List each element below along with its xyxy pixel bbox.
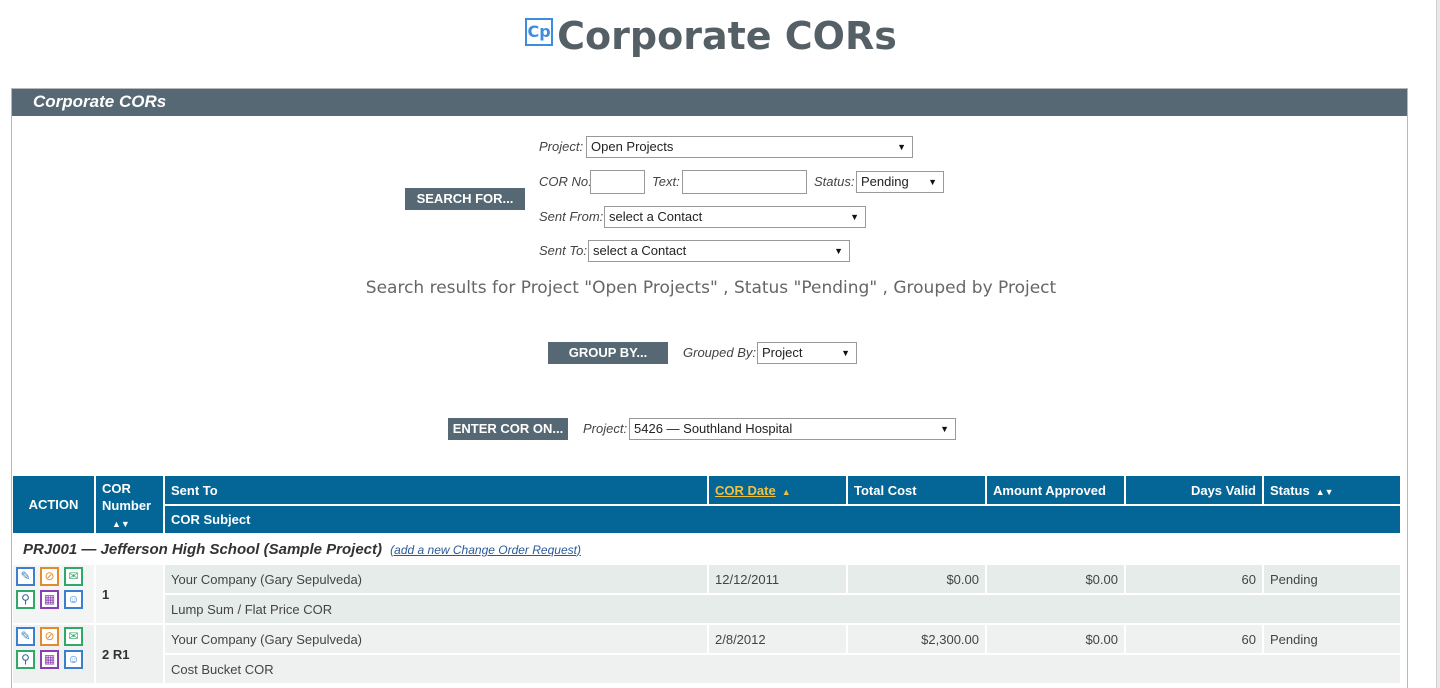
text-search-input[interactable]: [682, 170, 807, 194]
row-actions: ✎ ⊘ ✉ ⚲ ▦ ☺: [13, 624, 96, 685]
subject-cell: Cost Bucket COR: [164, 654, 1402, 685]
dropdown-arrow-icon: ▼: [841, 348, 850, 358]
sent-to-select[interactable]: select a Contact ▼: [588, 240, 850, 262]
col-cor-number-label: COR Number: [102, 481, 152, 513]
project-filter-label: Project:: [539, 139, 584, 154]
cor-no-label: COR No:: [539, 174, 592, 189]
add-cor-link[interactable]: (add a new Change Order Request): [390, 543, 581, 557]
col-cor-number[interactable]: COR Number ▲▼: [95, 476, 165, 535]
dropdown-arrow-icon: ▼: [834, 246, 843, 256]
sent-from-label: Sent From:: [539, 209, 604, 224]
col-status[interactable]: Status ▲▼: [1263, 476, 1402, 506]
sent-from-value: select a Contact: [609, 209, 703, 224]
amount-approved-cell: $0.00: [986, 624, 1126, 655]
cor-number[interactable]: 1: [95, 564, 165, 625]
attachment-icon[interactable]: ⊘: [40, 567, 59, 586]
status-value: Pending: [861, 174, 909, 189]
project-filter-select[interactable]: Open Projects ▼: [586, 136, 913, 158]
status-cell: Pending: [1263, 624, 1402, 655]
edit-pencil-icon[interactable]: ✎: [16, 567, 35, 586]
dropdown-arrow-icon: ▼: [928, 177, 937, 187]
col-total-cost: Total Cost: [847, 476, 987, 506]
sent-to-value: select a Contact: [593, 243, 687, 258]
search-icon[interactable]: ⚲: [16, 590, 35, 609]
mail-icon[interactable]: ✉: [64, 627, 83, 646]
dropdown-arrow-icon: ▼: [897, 142, 906, 152]
project-filter-value: Open Projects: [591, 139, 674, 154]
enter-project-label: Project:: [583, 421, 628, 436]
enter-project-value: 5426 — Southland Hospital: [634, 421, 793, 436]
row-actions: ✎ ⊘ ✉ ⚲ ▦ ☺: [13, 564, 96, 625]
mail-icon[interactable]: ✉: [64, 567, 83, 586]
sent-to-cell: Your Company (Gary Sepulveda): [164, 564, 709, 595]
page-scrollbar[interactable]: [1436, 0, 1440, 688]
enter-project-select[interactable]: 5426 — Southland Hospital ▼: [629, 418, 956, 440]
days-valid-cell: 60: [1125, 624, 1264, 655]
enter-cor-button[interactable]: ENTER COR ON...: [448, 418, 568, 440]
search-results-summary: Search results for Project "Open Project…: [365, 278, 1057, 298]
col-cor-date[interactable]: COR Date ▲: [708, 476, 848, 506]
dropdown-arrow-icon: ▼: [850, 212, 859, 222]
subject-cell: Lump Sum / Flat Price COR: [164, 594, 1402, 625]
total-cost-cell: $0.00: [847, 564, 987, 595]
col-days-valid: Days Valid: [1125, 476, 1264, 506]
cor-date-sort-link[interactable]: COR Date: [715, 483, 776, 498]
grouped-by-label: Grouped By:: [683, 345, 756, 360]
page-heading: Corporate CORs: [557, 14, 897, 58]
sent-from-select[interactable]: select a Contact ▼: [604, 206, 866, 228]
search-for-button[interactable]: SEARCH FOR...: [405, 188, 525, 210]
sort-asc-icon: ▲: [781, 486, 791, 497]
cor-no-input[interactable]: [590, 170, 645, 194]
col-status-label: Status: [1270, 482, 1310, 498]
user-icon[interactable]: ☺: [64, 590, 83, 609]
table-row-subject: Lump Sum / Flat Price COR: [13, 594, 1402, 625]
calendar-icon[interactable]: ▦: [40, 590, 59, 609]
app-logo: Cp: [525, 18, 554, 46]
table-header-row: ACTION COR Number ▲▼ Sent To COR Date ▲ To…: [13, 476, 1402, 535]
calendar-icon[interactable]: ▦: [40, 650, 59, 669]
table-row: ✎ ⊘ ✉ ⚲ ▦ ☺ 2 R1 Your Company (Gary Sepu…: [13, 624, 1402, 685]
panel-header: Corporate CORs: [12, 89, 1407, 116]
dropdown-arrow-icon: ▼: [940, 424, 949, 434]
amount-approved-cell: $0.00: [986, 564, 1126, 595]
sort-icon: ▲▼: [112, 519, 130, 529]
col-action: ACTION: [13, 476, 96, 535]
text-label: Text:: [652, 174, 680, 189]
sent-to-cell: Your Company (Gary Sepulveda): [164, 624, 709, 655]
sort-icon: ▲▼: [1315, 486, 1334, 497]
search-icon[interactable]: ⚲: [16, 650, 35, 669]
days-valid-cell: 60: [1125, 564, 1264, 595]
table-subheader-row: COR Subject: [13, 505, 1402, 535]
cor-date-cell: 2/8/2012: [708, 624, 848, 655]
sent-to-label: Sent To:: [539, 243, 587, 258]
cor-date-cell: 12/12/2011: [708, 564, 848, 595]
page-title: Cp Corporate CORs: [0, 14, 1422, 58]
grouped-by-value: Project: [762, 345, 803, 360]
grouped-by-select[interactable]: Project ▼: [757, 342, 857, 364]
attachment-icon[interactable]: ⊘: [40, 627, 59, 646]
group-by-button[interactable]: GROUP BY...: [548, 342, 668, 364]
status-cell: Pending: [1263, 564, 1402, 595]
cor-number[interactable]: 2 R1: [95, 624, 165, 685]
total-cost-cell: $2,300.00: [847, 624, 987, 655]
group-row: PRJ001 — Jefferson High School (Sample P…: [13, 534, 1402, 565]
edit-pencil-icon[interactable]: ✎: [16, 627, 35, 646]
col-sent-to: Sent To: [164, 476, 709, 506]
cor-table: ACTION COR Number ▲▼ Sent To COR Date ▲ To…: [13, 476, 1402, 685]
table-row: ✎ ⊘ ✉ ⚲ ▦ ☺ 1 Your Company (Gary Sepulve…: [13, 564, 1402, 625]
col-cor-subject: COR Subject: [164, 505, 1402, 535]
table-row-subject: Cost Bucket COR: [13, 654, 1402, 685]
col-amount-approved: Amount Approved: [986, 476, 1126, 506]
status-select[interactable]: Pending ▼: [856, 171, 944, 193]
status-label: Status:: [814, 174, 855, 189]
group-cell: PRJ001 — Jefferson High School (Sample P…: [13, 534, 1402, 565]
user-icon[interactable]: ☺: [64, 650, 83, 669]
group-name: PRJ001 — Jefferson High School (Sample P…: [23, 540, 382, 558]
